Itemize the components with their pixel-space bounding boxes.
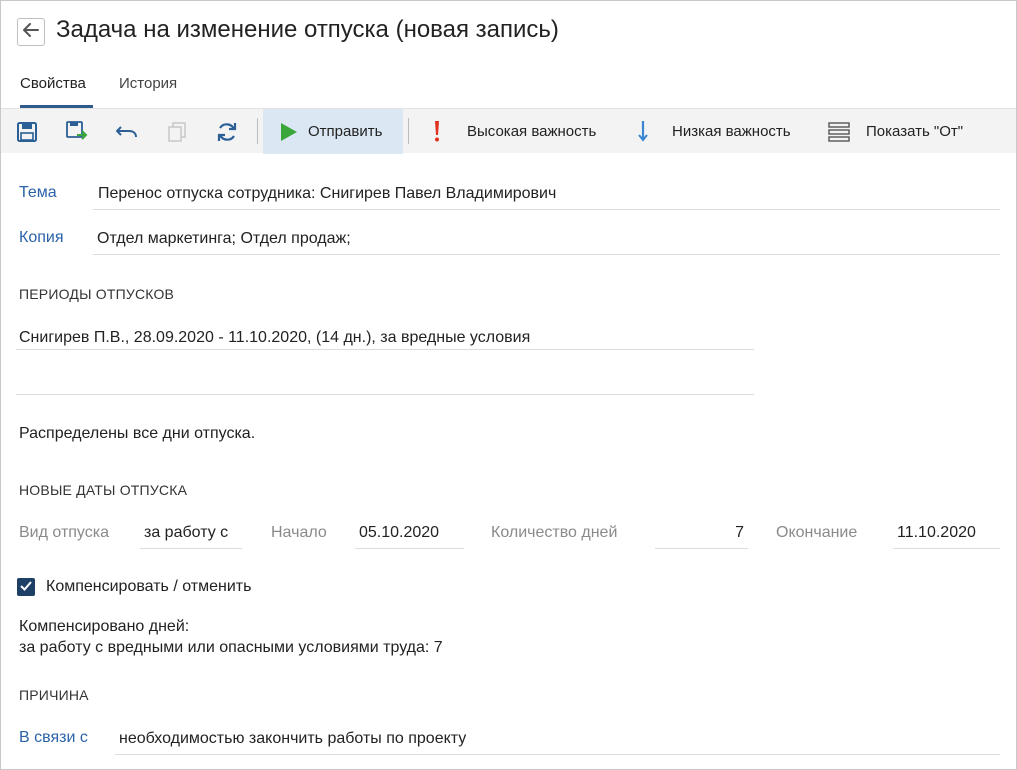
exclamation-icon [433,120,441,147]
reason-heading: ПРИЧИНА [19,687,89,703]
subject-label[interactable]: Тема [19,184,57,202]
toolbar-divider [408,118,409,144]
period-entry[interactable]: Снигирев П.В., 28.09.2020 - 11.10.2020, … [19,329,530,347]
send-label: Отправить [308,123,383,140]
subject-field[interactable]: Перенос отпуска сотрудника: Снигирев Пав… [93,185,1000,210]
save-icon[interactable] [12,109,42,154]
arrow-left-icon [23,22,39,42]
checkmark-icon [20,578,32,596]
compensated-days-label: Компенсировано дней: [19,618,190,635]
period-divider [16,349,754,350]
days-count-field[interactable]: 7 [655,524,748,549]
undo-icon[interactable] [112,109,142,154]
start-date-field[interactable]: 05.10.2020 [355,524,464,549]
copy-field[interactable]: Отдел маркетинга; Отдел продаж; [93,230,1000,255]
compensate-label[interactable]: Компенсировать / отменить [46,578,251,596]
toolbar-divider [257,118,258,144]
vacation-type-field[interactable]: за работу с [140,524,242,549]
list-icon [828,122,850,147]
compensated-detail: за работу с вредными или опасными услови… [19,639,443,656]
copy-icon [162,109,192,154]
save-as-icon[interactable] [62,109,92,154]
show-from-label: Показать "От" [866,123,964,140]
compensate-checkbox[interactable] [17,578,35,596]
days-count-label: Количество дней [491,524,618,541]
new-dates-heading: НОВЫЕ ДАТЫ ОТПУСКА [19,482,188,498]
reason-label[interactable]: В связи с [19,729,88,747]
tab-properties[interactable]: Свойства [20,74,93,108]
tab-history[interactable]: История [119,74,177,108]
page-title: Задача на изменение отпуска (новая запис… [56,16,559,43]
periods-heading: ПЕРИОДЫ ОТПУСКОВ [19,286,175,302]
high-importance-label: Высокая важность [467,123,597,140]
distributed-status: Распределены все дни отпуска. [19,425,256,442]
arrow-down-icon [637,120,649,147]
high-importance-button[interactable]: Высокая важность [421,109,621,154]
back-button[interactable] [17,18,45,46]
send-button[interactable]: Отправить [263,109,403,154]
toolbar: Отправить Высокая важность Низкая важнос… [1,108,1016,154]
vacation-type-label: Вид отпуска [19,524,109,541]
reason-field[interactable]: необходимостью закончить работы по проек… [115,730,1000,755]
play-icon [280,122,298,147]
low-importance-button[interactable]: Низкая важность [629,109,814,154]
low-importance-label: Низкая важность [672,123,791,140]
copy-label[interactable]: Копия [19,229,63,247]
start-date-label: Начало [271,524,327,541]
end-date-field[interactable]: 11.10.2020 [893,524,1000,549]
refresh-icon[interactable] [212,109,242,154]
show-from-button[interactable]: Показать "От" [825,109,985,154]
end-date-label: Окончание [776,524,858,541]
period-divider [16,394,754,395]
